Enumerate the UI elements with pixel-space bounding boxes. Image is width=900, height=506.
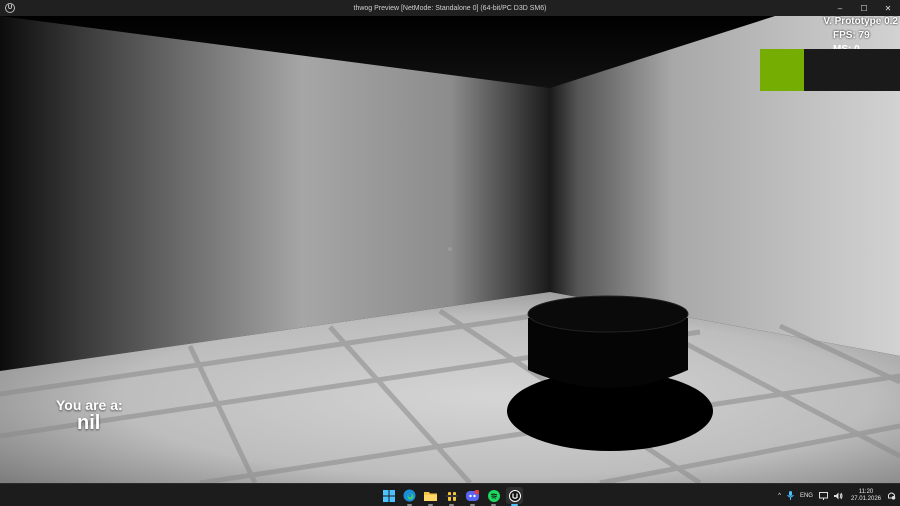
clock-time: 11:20 bbox=[858, 488, 874, 495]
clock-date: 27.01.2026 bbox=[850, 495, 881, 502]
taskbar-edge[interactable] bbox=[401, 487, 418, 506]
app-icon bbox=[445, 491, 458, 501]
taskbar: ^ ENG 11:20 27.01.2026 bbox=[0, 483, 900, 506]
volume-icon[interactable] bbox=[833, 492, 843, 500]
fps-counter: FPS: 79 bbox=[833, 30, 870, 41]
window-controls: – ☐ ✕ bbox=[828, 0, 900, 16]
close-button[interactable]: ✕ bbox=[876, 0, 900, 16]
spotify-icon bbox=[487, 489, 500, 502]
edge-icon bbox=[403, 489, 416, 502]
window-titlebar: U thwog Preview [NetMode: Standalone 0] … bbox=[0, 0, 900, 16]
maximize-button[interactable]: ☐ bbox=[852, 0, 876, 16]
notification-bell-icon[interactable] bbox=[887, 491, 896, 500]
perf-graph-panel bbox=[760, 49, 900, 91]
taskbar-file-explorer[interactable] bbox=[422, 487, 439, 506]
taskbar-apps bbox=[380, 487, 523, 506]
display-icon[interactable] bbox=[818, 491, 828, 500]
role-value: nil bbox=[77, 412, 101, 434]
file-explorer-icon bbox=[424, 491, 437, 501]
discord-icon bbox=[466, 489, 479, 501]
system-tray: ^ ENG 11:20 27.01.2026 bbox=[772, 484, 900, 506]
taskbar-unreal-engine[interactable] bbox=[506, 487, 523, 506]
role-label: You are a: bbox=[56, 397, 123, 413]
game-viewport[interactable]: V. Prototype 0.2 FPS: 79 MS: 0 You are a… bbox=[0, 16, 900, 483]
start-button[interactable] bbox=[380, 487, 397, 504]
window-title: thwog Preview [NetMode: Standalone 0] (6… bbox=[353, 4, 547, 12]
windows-start-icon bbox=[382, 489, 395, 502]
tray-overflow-chevron-icon[interactable]: ^ bbox=[778, 493, 781, 499]
unreal-logo-icon: U bbox=[5, 3, 15, 13]
perf-graph-bar bbox=[760, 49, 804, 91]
tray-clock[interactable]: 11:20 27.01.2026 bbox=[851, 489, 881, 503]
microphone-icon[interactable] bbox=[787, 491, 794, 500]
version-label: V. Prototype 0.2 bbox=[823, 16, 898, 27]
crosshair-dot bbox=[448, 247, 452, 251]
unreal-engine-icon bbox=[508, 489, 521, 502]
taskbar-spotify[interactable] bbox=[485, 487, 502, 506]
taskbar-discord[interactable] bbox=[464, 487, 481, 506]
language-indicator[interactable]: ENG bbox=[800, 493, 813, 499]
minimize-button[interactable]: – bbox=[828, 0, 852, 16]
taskbar-app[interactable] bbox=[443, 487, 460, 506]
